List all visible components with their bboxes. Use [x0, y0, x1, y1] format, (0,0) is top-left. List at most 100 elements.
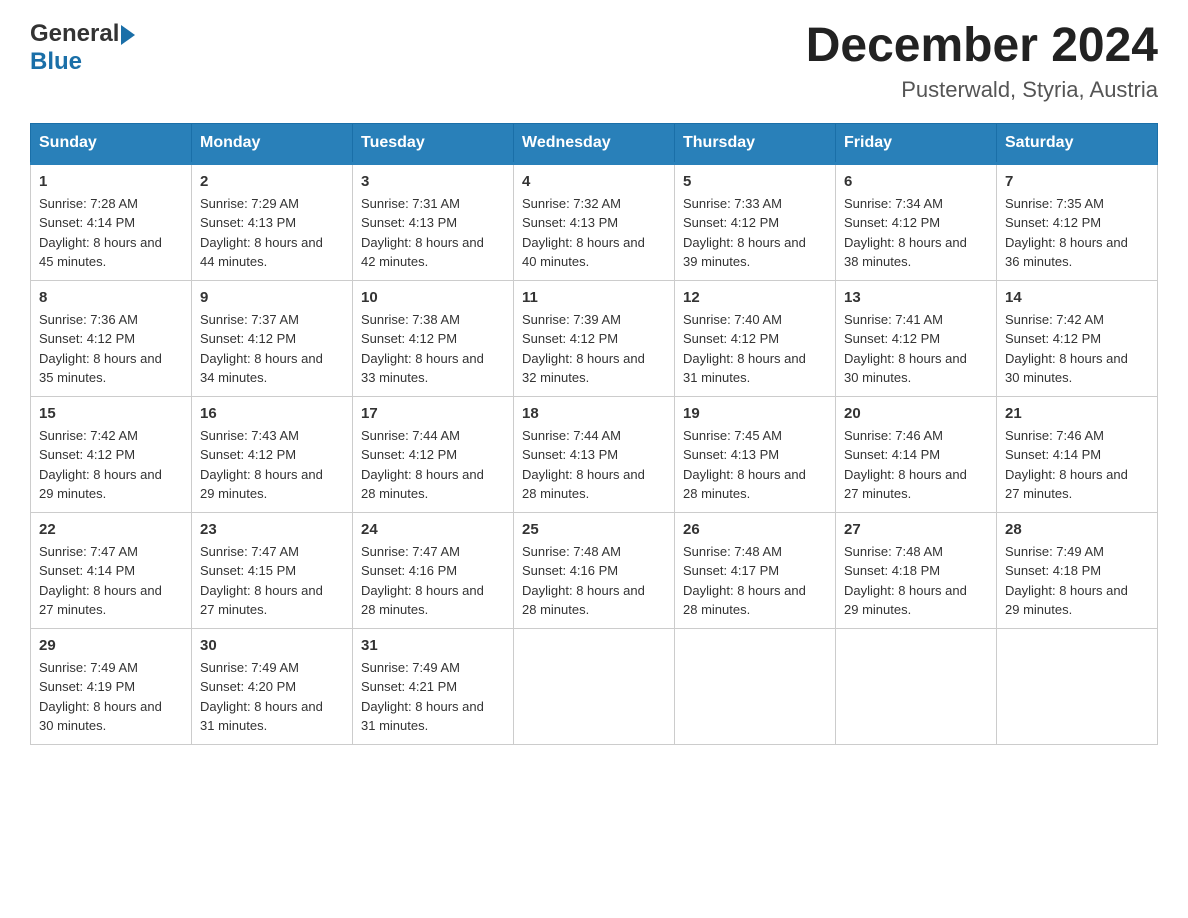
page-header: General Blue December 2024 Pusterwald, S…	[30, 20, 1158, 103]
day-info: Sunrise: 7:28 AMSunset: 4:14 PMDaylight:…	[39, 194, 183, 272]
calendar-cell: 3 Sunrise: 7:31 AMSunset: 4:13 PMDaylight…	[353, 163, 514, 280]
day-number: 26	[683, 521, 827, 538]
day-info: Sunrise: 7:47 AMSunset: 4:16 PMDaylight:…	[361, 542, 505, 620]
calendar-week-2: 8 Sunrise: 7:36 AMSunset: 4:12 PMDaylight…	[31, 280, 1158, 396]
day-info: Sunrise: 7:41 AMSunset: 4:12 PMDaylight:…	[844, 310, 988, 388]
day-number: 17	[361, 405, 505, 422]
day-info: Sunrise: 7:48 AMSunset: 4:18 PMDaylight:…	[844, 542, 988, 620]
day-number: 13	[844, 289, 988, 306]
logo-general-text: General	[30, 20, 119, 48]
day-number: 6	[844, 173, 988, 190]
calendar-cell: 29Sunrise: 7:49 AMSunset: 4:19 PMDayligh…	[31, 628, 192, 744]
calendar-cell: 15Sunrise: 7:42 AMSunset: 4:12 PMDayligh…	[31, 396, 192, 512]
calendar-cell: 5 Sunrise: 7:33 AMSunset: 4:12 PMDaylight…	[675, 163, 836, 280]
calendar-cell: 27 Sunrise: 7:48 AMSunset: 4:18 PMDayligh…	[836, 512, 997, 628]
column-header-saturday: Saturday	[997, 123, 1158, 163]
column-header-friday: Friday	[836, 123, 997, 163]
calendar-cell: 22 Sunrise: 7:47 AMSunset: 4:14 PMDayligh…	[31, 512, 192, 628]
day-number: 23	[200, 521, 344, 538]
day-info: Sunrise: 7:46 AMSunset: 4:14 PMDaylight:…	[1005, 426, 1149, 504]
column-header-thursday: Thursday	[675, 123, 836, 163]
day-info: Sunrise: 7:32 AMSunset: 4:13 PMDaylight:…	[522, 194, 666, 272]
day-info: Sunrise: 7:46 AMSunset: 4:14 PMDaylight:…	[844, 426, 988, 504]
calendar-cell: 8 Sunrise: 7:36 AMSunset: 4:12 PMDaylight…	[31, 280, 192, 396]
day-info: Sunrise: 7:49 AMSunset: 4:19 PMDaylight:…	[39, 658, 183, 736]
calendar-cell: 9 Sunrise: 7:37 AMSunset: 4:12 PMDaylight…	[192, 280, 353, 396]
calendar-cell	[997, 628, 1158, 744]
calendar-cell: 13 Sunrise: 7:41 AMSunset: 4:12 PMDayligh…	[836, 280, 997, 396]
column-header-monday: Monday	[192, 123, 353, 163]
month-title: December 2024	[806, 20, 1158, 73]
calendar-cell: 24 Sunrise: 7:47 AMSunset: 4:16 PMDayligh…	[353, 512, 514, 628]
title-block: December 2024 Pusterwald, Styria, Austri…	[806, 20, 1158, 103]
logo: General Blue	[30, 20, 135, 76]
day-number: 14	[1005, 289, 1149, 306]
day-info: Sunrise: 7:43 AMSunset: 4:12 PMDaylight:…	[200, 426, 344, 504]
column-header-sunday: Sunday	[31, 123, 192, 163]
calendar-cell: 4 Sunrise: 7:32 AMSunset: 4:13 PMDaylight…	[514, 163, 675, 280]
day-info: Sunrise: 7:47 AMSunset: 4:14 PMDaylight:…	[39, 542, 183, 620]
calendar-cell: 12 Sunrise: 7:40 AMSunset: 4:12 PMDayligh…	[675, 280, 836, 396]
calendar-cell: 30 Sunrise: 7:49 AMSunset: 4:20 PMDayligh…	[192, 628, 353, 744]
location-title: Pusterwald, Styria, Austria	[806, 77, 1158, 103]
calendar-cell: 1Sunrise: 7:28 AMSunset: 4:14 PMDaylight…	[31, 163, 192, 280]
calendar-cell: 23 Sunrise: 7:47 AMSunset: 4:15 PMDayligh…	[192, 512, 353, 628]
day-info: Sunrise: 7:47 AMSunset: 4:15 PMDaylight:…	[200, 542, 344, 620]
calendar-cell: 10Sunrise: 7:38 AMSunset: 4:12 PMDayligh…	[353, 280, 514, 396]
day-number: 8	[39, 289, 183, 306]
day-number: 24	[361, 521, 505, 538]
day-info: Sunrise: 7:49 AMSunset: 4:18 PMDaylight:…	[1005, 542, 1149, 620]
calendar-table: SundayMondayTuesdayWednesdayThursdayFrid…	[30, 123, 1158, 745]
calendar-cell: 31Sunrise: 7:49 AMSunset: 4:21 PMDayligh…	[353, 628, 514, 744]
calendar-week-3: 15Sunrise: 7:42 AMSunset: 4:12 PMDayligh…	[31, 396, 1158, 512]
day-number: 5	[683, 173, 827, 190]
column-header-wednesday: Wednesday	[514, 123, 675, 163]
calendar-week-4: 22 Sunrise: 7:47 AMSunset: 4:14 PMDayligh…	[31, 512, 1158, 628]
day-info: Sunrise: 7:37 AMSunset: 4:12 PMDaylight:…	[200, 310, 344, 388]
day-number: 10	[361, 289, 505, 306]
day-info: Sunrise: 7:36 AMSunset: 4:12 PMDaylight:…	[39, 310, 183, 388]
calendar-cell: 21Sunrise: 7:46 AMSunset: 4:14 PMDayligh…	[997, 396, 1158, 512]
day-info: Sunrise: 7:31 AMSunset: 4:13 PMDaylight:…	[361, 194, 505, 272]
calendar-cell: 28 Sunrise: 7:49 AMSunset: 4:18 PMDayligh…	[997, 512, 1158, 628]
logo-blue-text: Blue	[30, 48, 82, 75]
calendar-cell	[514, 628, 675, 744]
day-number: 18	[522, 405, 666, 422]
day-info: Sunrise: 7:48 AMSunset: 4:17 PMDaylight:…	[683, 542, 827, 620]
day-info: Sunrise: 7:29 AMSunset: 4:13 PMDaylight:…	[200, 194, 344, 272]
day-number: 4	[522, 173, 666, 190]
calendar-cell: 7Sunrise: 7:35 AMSunset: 4:12 PMDaylight…	[997, 163, 1158, 280]
day-info: Sunrise: 7:49 AMSunset: 4:20 PMDaylight:…	[200, 658, 344, 736]
calendar-cell	[836, 628, 997, 744]
calendar-week-1: 1Sunrise: 7:28 AMSunset: 4:14 PMDaylight…	[31, 163, 1158, 280]
day-number: 19	[683, 405, 827, 422]
calendar-cell: 16 Sunrise: 7:43 AMSunset: 4:12 PMDayligh…	[192, 396, 353, 512]
day-number: 3	[361, 173, 505, 190]
day-info: Sunrise: 7:42 AMSunset: 4:12 PMDaylight:…	[39, 426, 183, 504]
day-number: 12	[683, 289, 827, 306]
day-info: Sunrise: 7:40 AMSunset: 4:12 PMDaylight:…	[683, 310, 827, 388]
day-info: Sunrise: 7:44 AMSunset: 4:12 PMDaylight:…	[361, 426, 505, 504]
day-info: Sunrise: 7:33 AMSunset: 4:12 PMDaylight:…	[683, 194, 827, 272]
day-number: 30	[200, 637, 344, 654]
calendar-week-5: 29Sunrise: 7:49 AMSunset: 4:19 PMDayligh…	[31, 628, 1158, 744]
day-number: 9	[200, 289, 344, 306]
day-number: 20	[844, 405, 988, 422]
day-number: 25	[522, 521, 666, 538]
calendar-cell: 17 Sunrise: 7:44 AMSunset: 4:12 PMDayligh…	[353, 396, 514, 512]
calendar-cell: 25Sunrise: 7:48 AMSunset: 4:16 PMDayligh…	[514, 512, 675, 628]
day-number: 27	[844, 521, 988, 538]
calendar-cell: 26 Sunrise: 7:48 AMSunset: 4:17 PMDayligh…	[675, 512, 836, 628]
calendar-cell: 20 Sunrise: 7:46 AMSunset: 4:14 PMDayligh…	[836, 396, 997, 512]
day-number: 22	[39, 521, 183, 538]
day-number: 11	[522, 289, 666, 306]
calendar-cell: 6 Sunrise: 7:34 AMSunset: 4:12 PMDaylight…	[836, 163, 997, 280]
day-info: Sunrise: 7:34 AMSunset: 4:12 PMDaylight:…	[844, 194, 988, 272]
calendar-cell	[675, 628, 836, 744]
day-number: 16	[200, 405, 344, 422]
calendar-cell: 18 Sunrise: 7:44 AMSunset: 4:13 PMDayligh…	[514, 396, 675, 512]
day-info: Sunrise: 7:44 AMSunset: 4:13 PMDaylight:…	[522, 426, 666, 504]
day-number: 28	[1005, 521, 1149, 538]
day-info: Sunrise: 7:49 AMSunset: 4:21 PMDaylight:…	[361, 658, 505, 736]
day-info: Sunrise: 7:42 AMSunset: 4:12 PMDaylight:…	[1005, 310, 1149, 388]
